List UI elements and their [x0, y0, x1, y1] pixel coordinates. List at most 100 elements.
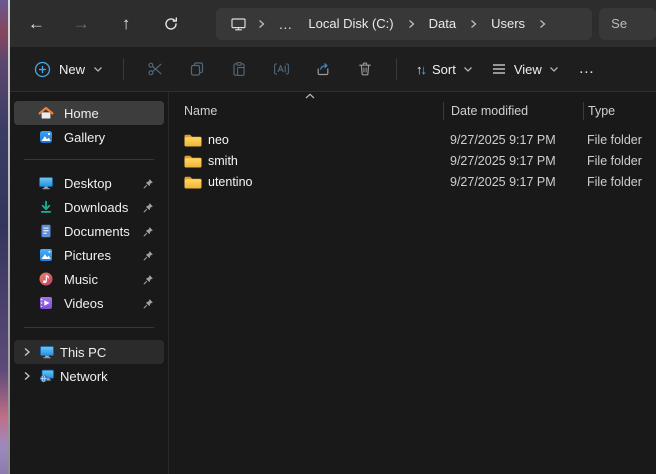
home-icon [38, 105, 54, 121]
chevron-right-icon[interactable] [403, 19, 420, 29]
sidebar-item-label: Pictures [64, 248, 111, 263]
file-name: utentino [208, 175, 252, 189]
view-button-label: View [514, 62, 542, 77]
pin-icon [142, 177, 155, 190]
column-header-label: Name [184, 104, 217, 118]
pin-icon [142, 201, 155, 214]
file-name: neo [208, 133, 229, 147]
file-date-modified: 9/27/2025 9:17 PM [443, 133, 583, 147]
pin-icon [142, 225, 155, 238]
paste-clipboard-icon [231, 61, 247, 77]
gallery-icon [38, 129, 54, 145]
up-icon: ↑ [122, 14, 131, 34]
search-input[interactable]: Se [599, 8, 656, 40]
sidebar-item-label: Network [60, 369, 108, 384]
sidebar-divider [24, 159, 154, 160]
trash-icon [357, 61, 373, 77]
refresh-button[interactable] [155, 7, 188, 41]
sort-ascending-chevron-icon [303, 92, 317, 100]
sort-arrows-icon: ↑↓ [416, 62, 425, 77]
screen: ← → ↑ [0, 0, 656, 474]
chevron-right-icon[interactable] [465, 19, 482, 29]
sidebar-item-downloads[interactable]: Downloads [14, 195, 164, 219]
sidebar-divider [24, 327, 154, 328]
forward-button[interactable]: → [65, 7, 98, 41]
pin-icon [142, 297, 155, 310]
file-list-area: Name Date modified Type [168, 92, 656, 474]
sidebar-item-gallery[interactable]: Gallery [14, 125, 164, 149]
network-icon [39, 368, 55, 384]
forward-icon: → [73, 14, 90, 34]
sidebar-item-label: Downloads [64, 200, 128, 215]
column-header-name[interactable]: Name [169, 104, 443, 118]
new-button-label: New [59, 62, 85, 77]
desktop-background-sliver [0, 0, 8, 474]
rename-icon [273, 61, 290, 77]
pin-icon [142, 249, 155, 262]
chevron-right-icon[interactable] [20, 346, 34, 358]
file-row-smith[interactable]: smith 9/27/2025 9:17 PM File folder [169, 150, 656, 171]
sidebar-item-videos[interactable]: Videos [14, 291, 164, 315]
sidebar-item-network[interactable]: Network [14, 364, 164, 388]
copy-icon [189, 61, 205, 77]
file-row-neo[interactable]: neo 9/27/2025 9:17 PM File folder [169, 129, 656, 150]
breadcrumb-users[interactable]: Users [484, 16, 532, 31]
sidebar-item-music[interactable]: Music [14, 267, 164, 291]
breadcrumb-overflow-button[interactable]: … [272, 16, 299, 32]
this-pc-monitor-icon [226, 16, 251, 32]
chevron-down-icon [463, 66, 473, 73]
column-header-type[interactable]: Type [583, 102, 656, 120]
delete-button[interactable] [344, 52, 386, 86]
file-type: File folder [583, 154, 656, 168]
refresh-icon [163, 16, 179, 32]
sidebar-item-pictures[interactable]: Pictures [14, 243, 164, 267]
plus-circle-icon [34, 61, 51, 78]
address-bar[interactable]: … Local Disk (C:) Data Users [216, 8, 592, 40]
content-area: Home Gallery [10, 92, 656, 474]
new-button[interactable]: New [24, 52, 113, 86]
this-pc-icon [39, 344, 55, 360]
sidebar: Home Gallery [10, 92, 168, 474]
pictures-icon [38, 247, 54, 263]
chevron-right-icon[interactable] [20, 370, 34, 382]
sidebar-item-label: Videos [64, 296, 104, 311]
up-button[interactable]: ↑ [110, 7, 143, 41]
copy-button[interactable] [176, 52, 218, 86]
videos-icon [38, 295, 54, 311]
chevron-right-icon[interactable] [253, 19, 270, 29]
rename-button[interactable] [260, 52, 302, 86]
breadcrumb-local-disk-c[interactable]: Local Disk (C:) [301, 16, 400, 31]
paste-button[interactable] [218, 52, 260, 86]
view-lines-icon [491, 62, 507, 76]
breadcrumb-data[interactable]: Data [422, 16, 463, 31]
folder-icon [184, 175, 202, 189]
sidebar-item-home[interactable]: Home [14, 101, 164, 125]
share-button[interactable] [302, 52, 344, 86]
sidebar-item-this-pc[interactable]: This PC [14, 340, 164, 364]
cut-scissors-icon [147, 61, 164, 77]
cut-button[interactable] [134, 52, 176, 86]
folder-icon [184, 154, 202, 168]
column-header-label: Type [588, 104, 615, 118]
view-button[interactable]: View [482, 52, 568, 86]
sidebar-item-documents[interactable]: Documents [14, 219, 164, 243]
chevron-right-icon[interactable] [534, 19, 551, 29]
sidebar-item-label: Gallery [64, 130, 105, 145]
chevron-down-icon [93, 66, 103, 73]
music-icon [38, 271, 54, 287]
sidebar-item-label: Music [64, 272, 98, 287]
back-button[interactable]: ← [20, 7, 53, 41]
pin-icon [142, 273, 155, 286]
file-date-modified: 9/27/2025 9:17 PM [443, 175, 583, 189]
file-name: smith [208, 154, 238, 168]
sort-button[interactable]: ↑↓ Sort [407, 52, 482, 86]
share-icon [315, 61, 332, 77]
see-more-button[interactable]: … [568, 52, 606, 86]
file-row-utentino[interactable]: utentino 9/27/2025 9:17 PM File folder [169, 171, 656, 192]
file-type: File folder [583, 175, 656, 189]
ellipsis-icon: … [578, 60, 595, 78]
sidebar-item-desktop[interactable]: Desktop [14, 171, 164, 195]
column-header-date-modified[interactable]: Date modified [443, 102, 583, 120]
column-header-label: Date modified [451, 104, 528, 118]
file-explorer-window: ← → ↑ [10, 0, 656, 474]
